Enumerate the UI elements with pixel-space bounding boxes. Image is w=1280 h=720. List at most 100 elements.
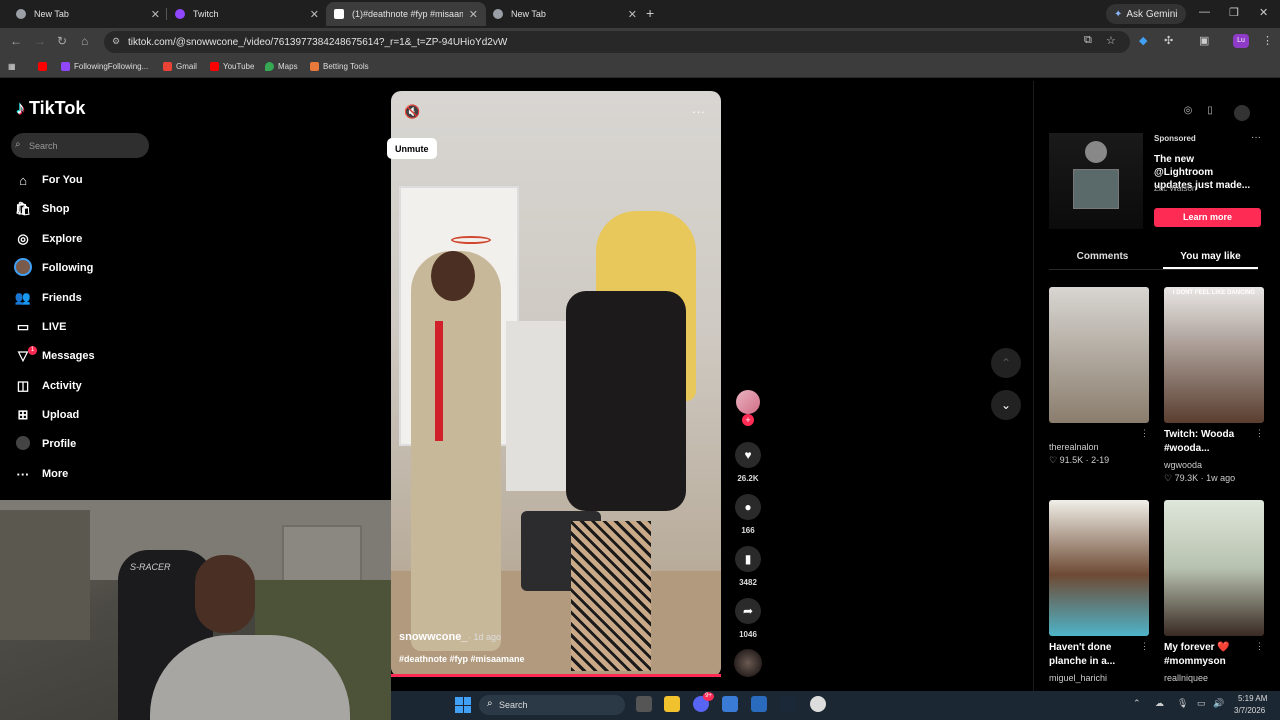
taskbar-search[interactable]: Search — [479, 695, 625, 715]
suggestion-thumbnail[interactable]: I DONT FEEL LIKE DANCING — [1164, 287, 1264, 423]
chevron-up-icon[interactable]: ⌃ — [1133, 698, 1141, 709]
close-tab-icon[interactable]: ✕ — [469, 8, 478, 21]
microphone-icon[interactable]: 🎙 — [1177, 698, 1188, 709]
browser-tab[interactable]: New Tab ✕ — [8, 2, 168, 26]
video-player[interactable] — [391, 91, 721, 677]
forward-icon[interactable]: → — [34, 34, 46, 48]
steam-icon[interactable] — [780, 696, 796, 712]
nav-activity[interactable]: ◫ Activity — [14, 376, 82, 396]
suggestion-title[interactable]: Twitch: Wooda #wooda... — [1164, 428, 1254, 456]
nav-profile[interactable]: Profile — [14, 434, 76, 454]
next-video-button[interactable]: ⌄ — [991, 390, 1021, 420]
phone-icon[interactable]: ▯ — [1202, 105, 1218, 121]
volume-icon[interactable]: 🔊 — [1213, 698, 1224, 709]
video-more-icon[interactable]: ··· — [692, 104, 705, 119]
network-icon[interactable]: ▭ — [1197, 698, 1206, 709]
close-tab-icon[interactable]: ✕ — [310, 8, 319, 21]
browser-tab[interactable]: Twitch ✕ — [167, 2, 327, 26]
nav-for-you[interactable]: ⌂ For You — [14, 170, 82, 190]
extensions-puzzle-icon[interactable]: ✣ — [1164, 34, 1173, 47]
browser-tab-active[interactable]: (1)#deathnote #fyp #misaaman ✕ — [326, 2, 486, 26]
like-button[interactable]: ♥ 26.2K — [734, 442, 762, 483]
chrome-icon[interactable] — [810, 696, 826, 712]
install-app-icon[interactable]: ⧉ — [1084, 34, 1092, 47]
bookmark-item[interactable]: YouTube — [210, 62, 254, 71]
muted-speaker-icon[interactable]: 🔇 — [404, 104, 420, 120]
home-icon[interactable]: ⌂ — [81, 34, 88, 48]
nav-shop[interactable]: 🛍 Shop — [14, 199, 70, 219]
nav-upload[interactable]: ⊞ Upload — [14, 405, 80, 425]
menu-kebab-icon[interactable]: ⋮ — [1262, 34, 1273, 47]
nav-messages[interactable]: ▽ Messages — [14, 346, 95, 366]
bookmark-item[interactable]: FollowingFollowing... — [61, 62, 148, 71]
minimize-icon[interactable]: — — [1199, 6, 1210, 18]
bookmark-item[interactable]: Betting Tools — [310, 62, 369, 71]
suggestion-thumbnail[interactable] — [1164, 500, 1264, 636]
side-panel-icon[interactable]: ▣ — [1199, 34, 1209, 47]
nav-explore[interactable]: ◎ Explore — [14, 229, 82, 249]
clock-time[interactable]: 5:19 AM — [1238, 694, 1267, 703]
close-tab-icon[interactable]: ✕ — [628, 8, 637, 21]
task-view-icon[interactable] — [636, 696, 652, 712]
nav-following[interactable]: Following — [14, 257, 93, 278]
share-button[interactable]: ➦ 1046 — [734, 598, 762, 639]
nav-friends[interactable]: 👥 Friends — [14, 288, 82, 308]
suggestion-author[interactable]: miguel_harichi — [1049, 673, 1107, 683]
suggestion-author[interactable]: therealnalon — [1049, 442, 1099, 452]
suggestion-author[interactable]: wgwooda — [1164, 460, 1202, 470]
video-author[interactable]: snowwcone_ — [399, 631, 467, 643]
cloud-icon[interactable]: ☁ — [1155, 698, 1164, 709]
nav-more[interactable]: ··· More — [14, 464, 69, 484]
suggestion-more-icon[interactable]: ⋮ — [1140, 428, 1149, 439]
discord-badge: 9+ — [703, 692, 714, 701]
apps-grid-icon[interactable]: ▦ — [8, 62, 16, 71]
compass-icon[interactable]: ◎ — [1180, 105, 1196, 121]
previous-video-button[interactable]: ⌃ — [991, 348, 1021, 378]
app-icon[interactable] — [722, 696, 738, 712]
windows-start-icon[interactable] — [455, 697, 471, 713]
new-tab-button[interactable]: + — [646, 5, 654, 21]
clock-date[interactable]: 3/7/2026 — [1234, 706, 1265, 715]
file-explorer-icon[interactable] — [664, 696, 680, 712]
follow-plus-icon[interactable]: + — [742, 414, 754, 426]
sponsored-thumbnail[interactable] — [1049, 133, 1143, 229]
suggestion-thumbnail[interactable] — [1049, 287, 1149, 423]
site-info-icon[interactable]: ⚙ — [112, 36, 120, 47]
search-input[interactable]: Search — [11, 133, 149, 158]
extension-icon[interactable]: ◆ — [1139, 34, 1147, 47]
tiktok-logo[interactable]: ♪ TikTok — [16, 98, 85, 119]
tab-you-may-like[interactable]: You may like — [1163, 251, 1258, 262]
bookmark-item[interactable]: Maps — [265, 62, 298, 71]
creator-avatar[interactable] — [736, 390, 760, 414]
comment-button[interactable]: ● 166 — [734, 494, 762, 535]
store-icon[interactable] — [751, 696, 767, 712]
suggestion-more-icon[interactable]: ⋮ — [1255, 641, 1264, 652]
close-tab-icon[interactable]: ✕ — [151, 8, 160, 21]
browser-tab[interactable]: New Tab ✕ — [485, 2, 645, 26]
sponsored-more-icon[interactable]: ··· — [1251, 132, 1261, 143]
nav-live[interactable]: ▭ LIVE — [14, 317, 67, 337]
ask-gemini-button[interactable]: ✦ Ask Gemini — [1106, 4, 1186, 24]
suggestion-author[interactable]: reallniquee — [1164, 673, 1208, 683]
video-progress-bar[interactable] — [391, 674, 721, 677]
close-window-icon[interactable]: ✕ — [1259, 6, 1268, 19]
suggestion-more-icon[interactable]: ⋮ — [1140, 641, 1149, 652]
suggestion-title[interactable]: My forever ❤️ #mommyson — [1164, 641, 1254, 669]
tab-comments[interactable]: Comments — [1049, 251, 1156, 262]
address-bar[interactable]: tiktok.com/@snowwcone_/video/76139773842… — [104, 31, 1130, 53]
suggestion-more-icon[interactable]: ⋮ — [1255, 428, 1264, 439]
learn-more-button[interactable]: Learn more — [1154, 208, 1261, 227]
restore-icon[interactable]: ❐ — [1229, 6, 1239, 19]
reload-icon[interactable]: ↻ — [57, 34, 67, 48]
suggestion-title[interactable]: Haven't done planche in a... — [1049, 641, 1139, 669]
bookmark-youtube-icon[interactable] — [38, 62, 47, 71]
bookmark-item[interactable]: Gmail — [163, 62, 197, 71]
video-caption[interactable]: #deathnote #fyp #misaamane — [399, 654, 525, 664]
bookmark-star-icon[interactable]: ☆ — [1106, 34, 1116, 47]
save-button[interactable]: ▮ 3482 — [734, 546, 762, 587]
back-icon[interactable]: ← — [10, 34, 22, 48]
sound-disc[interactable] — [734, 649, 762, 677]
profile-avatar[interactable]: Lu — [1233, 34, 1249, 48]
user-avatar[interactable] — [1234, 105, 1250, 121]
suggestion-thumbnail[interactable] — [1049, 500, 1149, 636]
